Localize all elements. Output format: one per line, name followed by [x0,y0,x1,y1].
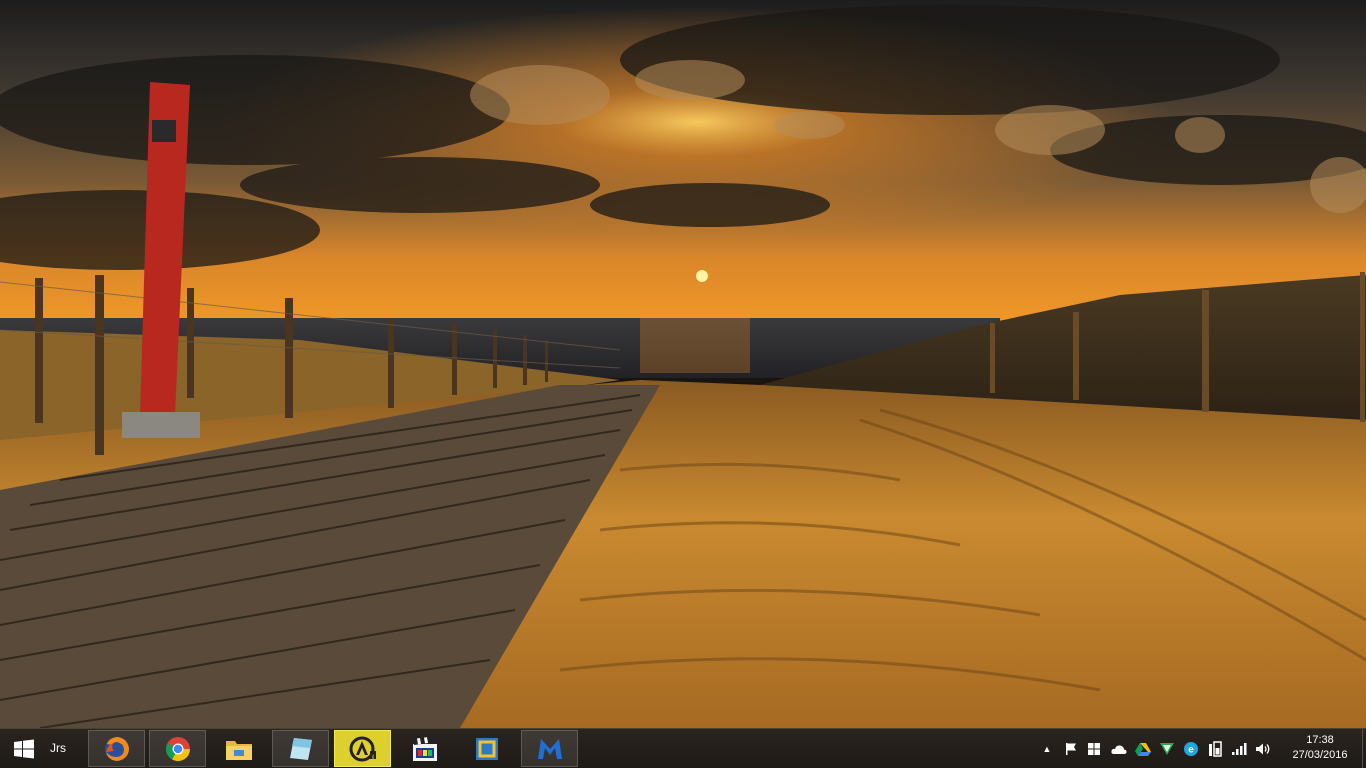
svg-text:e: e [1188,744,1194,755]
taskbar-button-chrome[interactable] [149,730,206,767]
flag-icon [1066,742,1076,755]
taskbar-button-file-explorer[interactable] [210,730,267,767]
tray-battery[interactable] [1205,729,1225,768]
malwarebytes-icon [537,738,562,759]
taskbar-button-blue-square-app[interactable] [458,730,515,767]
taskbar-button-malwarebytes[interactable] [521,730,578,767]
chrome-icon [165,736,190,761]
vpn-shield-icon [1160,742,1174,755]
clapperboard-icon [412,735,437,761]
tray-network[interactable] [1229,729,1249,768]
show-desktop-button[interactable] [1362,729,1366,768]
clock-date: 27/03/2016 [1292,749,1348,761]
onedrive-icon [1111,744,1127,754]
tray-onedrive[interactable] [1109,729,1129,768]
battery-icon [1209,740,1222,757]
tray-volume[interactable] [1253,729,1273,768]
signal-icon [1232,742,1247,755]
windows-logo-icon [14,739,34,758]
start-button[interactable] [0,729,48,768]
show-hidden-icons-button[interactable]: ▲ [1040,729,1054,768]
tray-action-center[interactable] [1062,729,1080,768]
tray-browser-e[interactable]: e [1181,729,1201,768]
chevron-up-icon: ▲ [1042,743,1052,754]
taskbar: Jrs ▲ e 17:38 27/03/2016 [0,728,1366,768]
browser-e-icon: e [1184,741,1198,756]
tray-windows[interactable] [1085,729,1103,768]
windows-icon [1088,742,1100,755]
blue-square-icon [475,737,498,760]
firefox-icon [104,736,129,761]
taskbar-button-media-player-classic[interactable] [396,730,453,767]
desktop-wallpaper [0,0,1366,728]
google-drive-icon [1135,742,1151,756]
taskbar-button-notes[interactable] [272,730,329,767]
tray-vpn[interactable] [1157,729,1177,768]
folder-icon [225,740,252,760]
volume-icon [1256,743,1270,754]
taskbar-button-aimp[interactable] [334,730,391,767]
system-clock[interactable]: 17:38 27/03/2016 [1280,729,1360,768]
notes-icon [289,737,312,760]
tray-google-drive[interactable] [1133,729,1153,768]
aimp-icon [349,736,376,761]
clock-time: 17:38 [1306,734,1334,746]
toolbar-label[interactable]: Jrs [50,729,80,768]
taskbar-button-firefox[interactable] [88,730,145,767]
